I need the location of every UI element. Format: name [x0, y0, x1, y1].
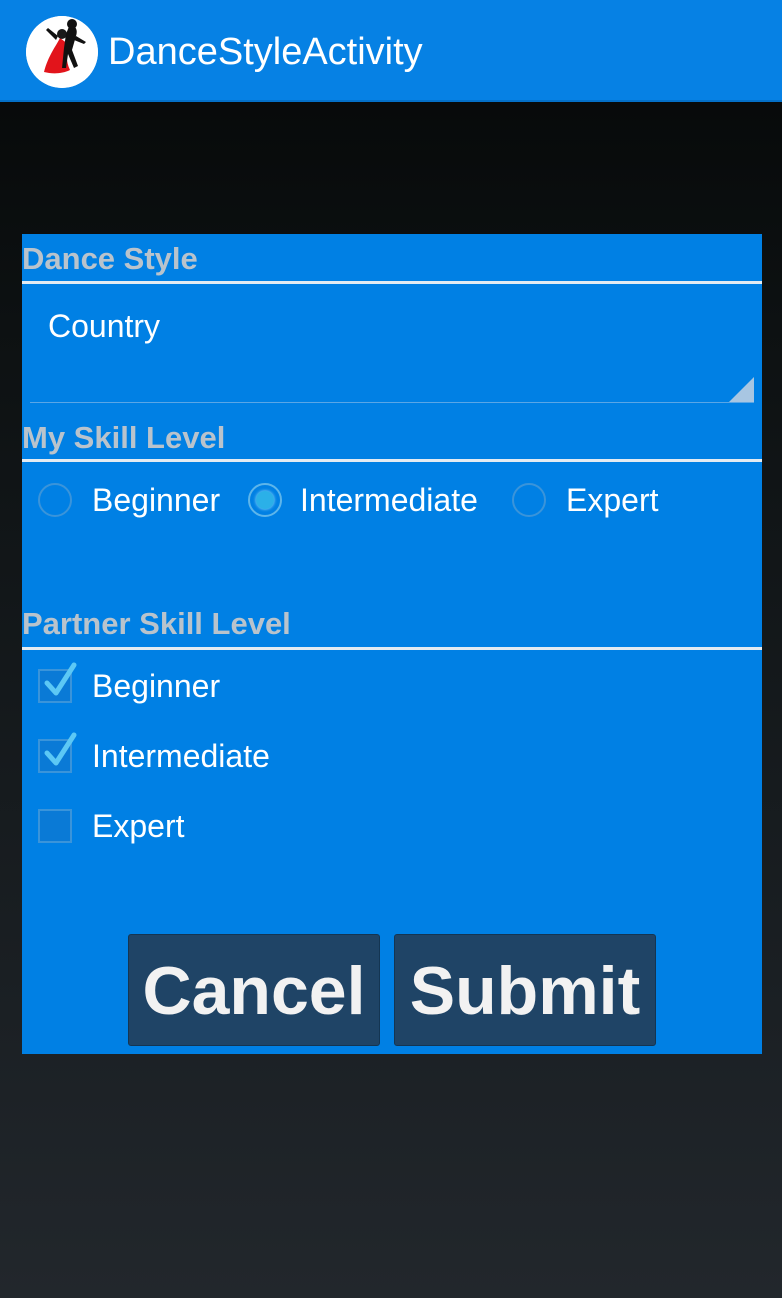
submit-button[interactable]: Submit: [394, 934, 656, 1046]
spinner-underline: [30, 402, 754, 403]
my-skill-expert-radio[interactable]: [512, 483, 546, 517]
my-skill-intermediate-label[interactable]: Intermediate: [300, 480, 478, 520]
partner-expert-checkbox[interactable]: [38, 809, 72, 843]
partner-beginner-checkbox[interactable]: [38, 662, 77, 703]
partner-skill-level-divider: [22, 647, 762, 650]
partner-intermediate-checkbox[interactable]: [38, 732, 77, 773]
partner-beginner-label[interactable]: Beginner: [92, 666, 220, 706]
dance-form-panel: Dance Style Country My Skill Level Begin…: [22, 234, 762, 1054]
dance-style-selected-value: Country: [48, 308, 161, 344]
cancel-button[interactable]: Cancel: [128, 934, 380, 1046]
dancing-couple-icon[interactable]: [26, 16, 98, 88]
partner-skill-level-header: Partner Skill Level: [22, 606, 291, 641]
app-title: DanceStyleActivity: [108, 31, 423, 73]
my-skill-beginner-radio[interactable]: [38, 483, 72, 517]
dance-style-header: Dance Style: [22, 241, 198, 276]
dance-style-divider: [22, 281, 762, 284]
my-skill-beginner-label[interactable]: Beginner: [92, 480, 220, 520]
my-skill-level-divider: [22, 459, 762, 462]
my-skill-intermediate-radio[interactable]: [248, 483, 282, 517]
spinner-dropdown-arrow-icon: [729, 377, 754, 402]
my-skill-expert-label[interactable]: Expert: [566, 480, 658, 520]
partner-intermediate-label[interactable]: Intermediate: [92, 736, 270, 776]
action-bar: DanceStyleActivity: [0, 0, 782, 102]
my-skill-level-header: My Skill Level: [22, 420, 226, 455]
partner-expert-label[interactable]: Expert: [92, 806, 184, 846]
